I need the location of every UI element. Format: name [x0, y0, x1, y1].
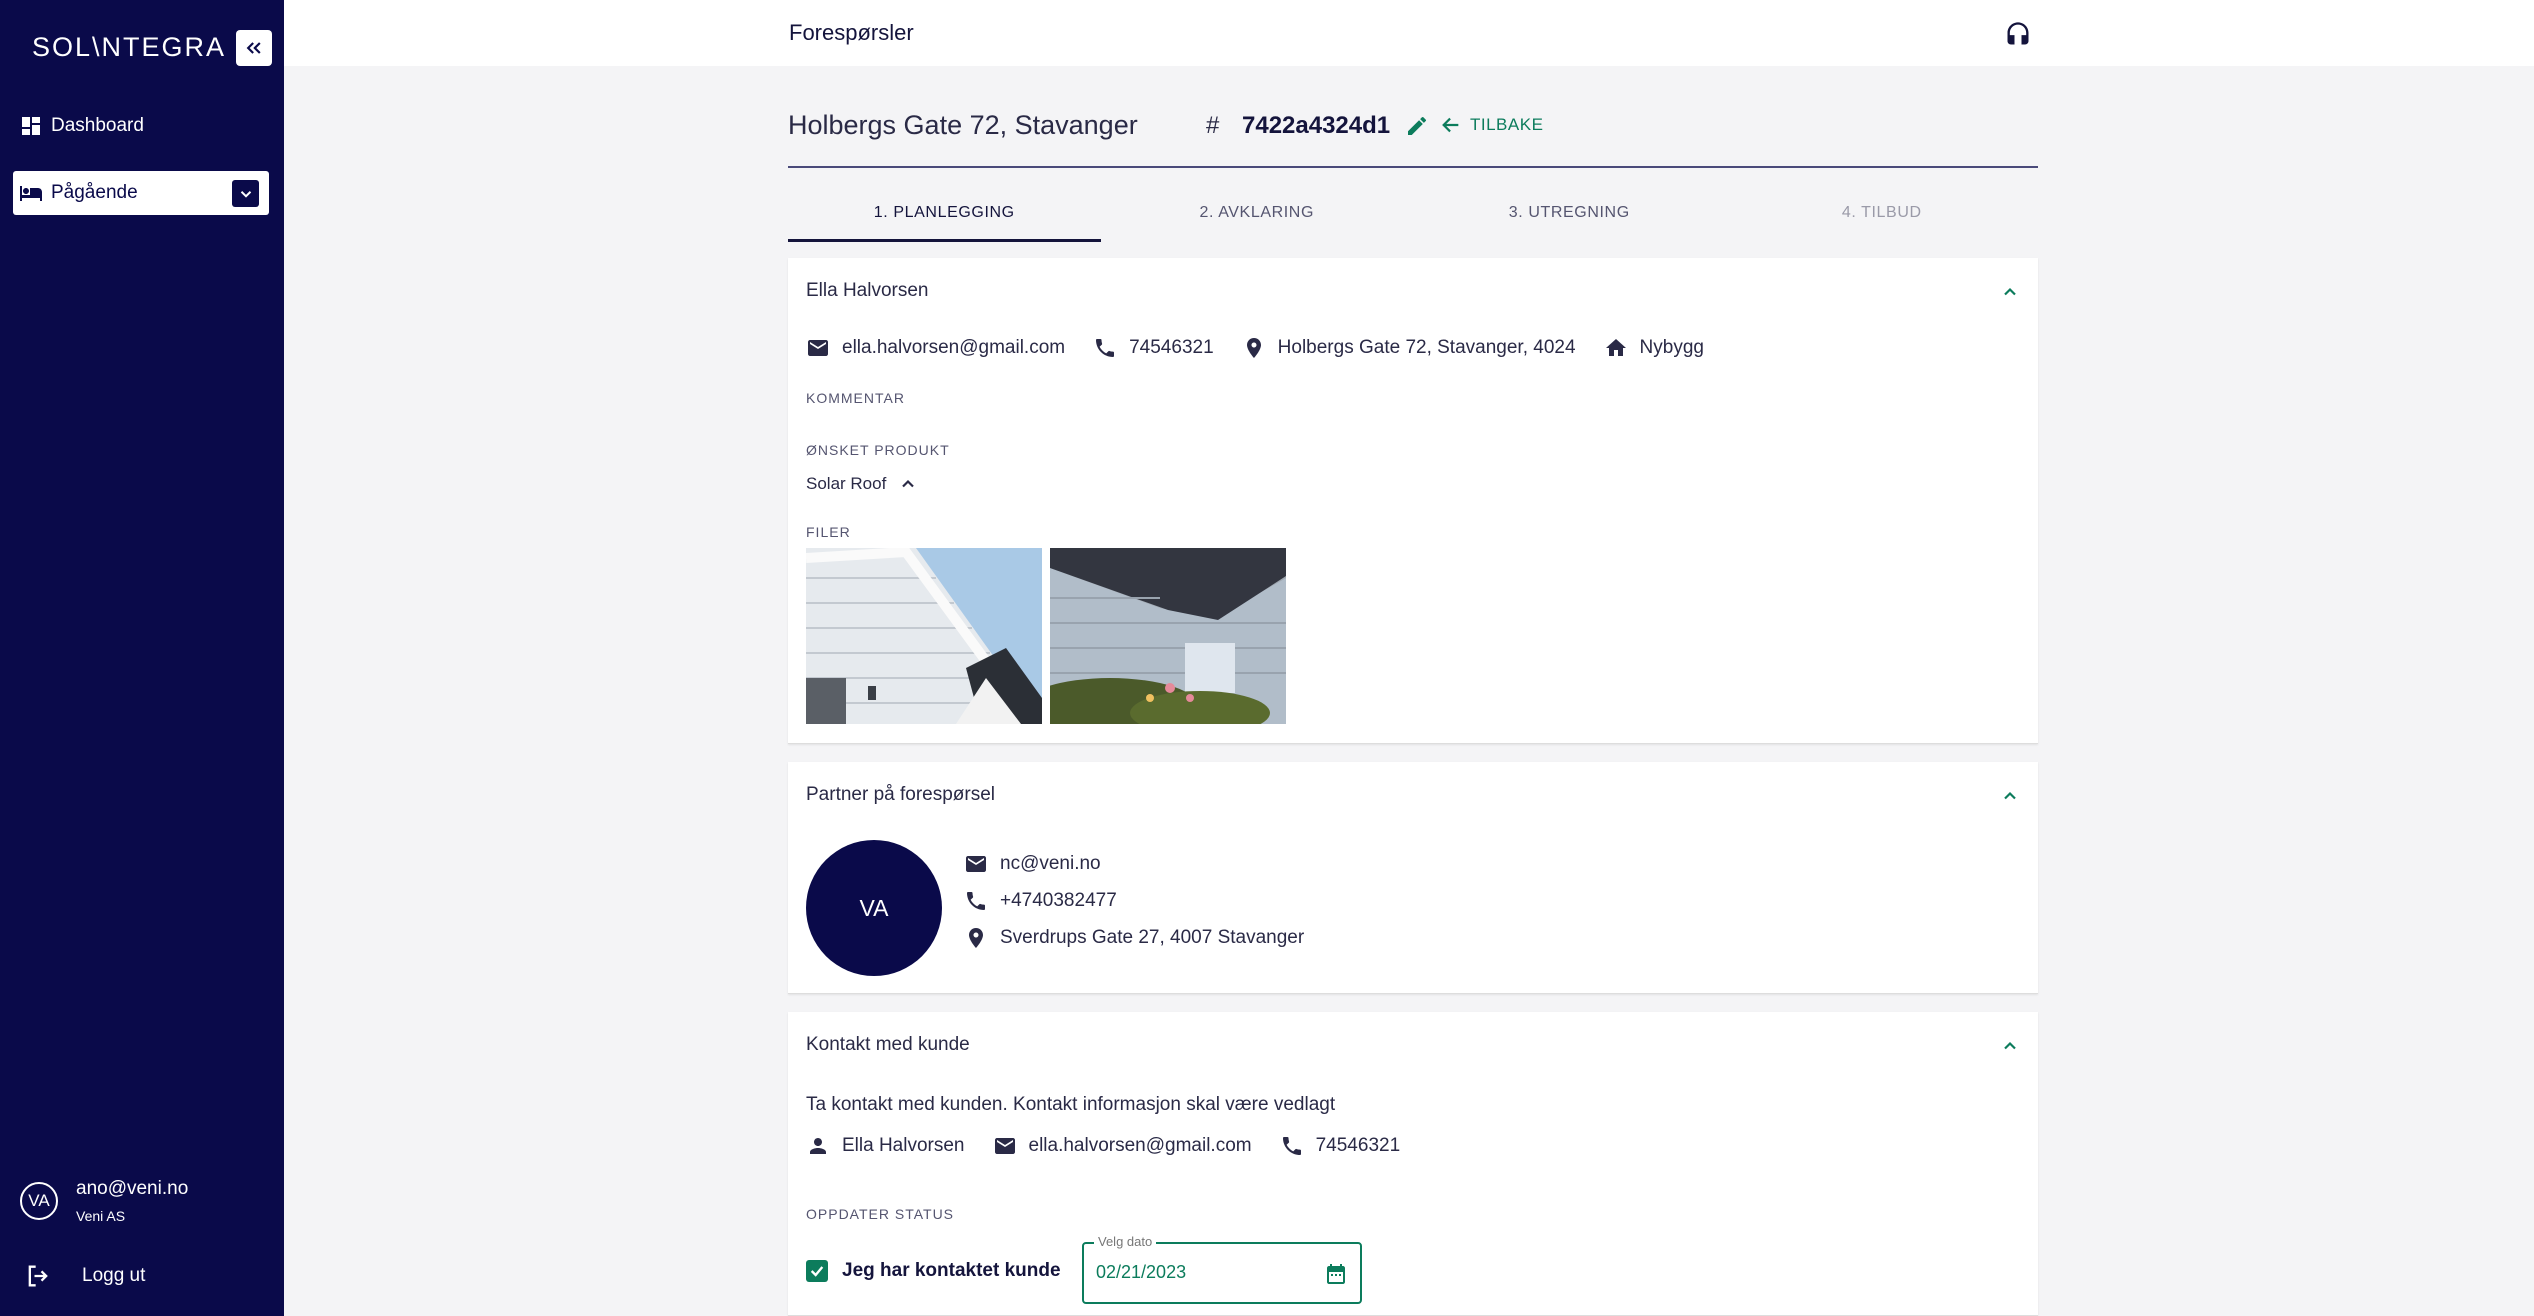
pencil-icon[interactable]	[1405, 114, 1429, 138]
chevron-up-icon[interactable]	[2000, 786, 2020, 806]
user-email: ano@veni.no	[76, 1178, 189, 1199]
step-offer: 4. TILBUD	[1841, 204, 1922, 221]
case-header: Holbergs Gate 72, Stavanger # 7422a4324d…	[788, 110, 2038, 168]
files-label: FILER	[806, 524, 851, 540]
product-label: ØNSKET PRODUKT	[806, 442, 950, 458]
calendar-icon[interactable]	[1324, 1262, 1348, 1286]
file-thumbnail[interactable]	[1050, 548, 1286, 724]
location-pin-icon	[969, 928, 983, 948]
sidebar: SOL\NTEGRA Dashboard Pågående VA ano@ven…	[0, 0, 284, 1316]
contact-email: ella.halvorsen@gmail.com	[1028, 1135, 1252, 1156]
nav-expand-button[interactable]	[232, 180, 259, 207]
partner-card-title: Partner på forespørsel	[806, 784, 996, 805]
partner-email: nc@veni.no	[1000, 853, 1101, 874]
building-type: Nybygg	[1639, 337, 1704, 358]
chevron-down-icon	[240, 190, 251, 198]
phone-icon	[1282, 1137, 1301, 1155]
customer-email-item: ella.halvorsen@gmail.com	[806, 336, 1065, 360]
partner-phone: +4740382477	[1000, 890, 1117, 911]
step-clarification[interactable]: 2. AVKLARING	[1101, 194, 1414, 242]
comment-label: KOMMENTAR	[806, 390, 905, 406]
location-pin-icon	[1246, 338, 1261, 358]
logout-icon	[28, 1265, 48, 1287]
customer-phone: 74546321	[1129, 337, 1214, 358]
contact-email-item: ella.halvorsen@gmail.com	[993, 1134, 1252, 1158]
user-org: Veni AS	[76, 1208, 126, 1224]
mail-icon	[966, 856, 986, 872]
avatar: VA	[20, 1182, 58, 1220]
chevron-up-icon[interactable]	[2000, 282, 2020, 302]
phone-icon	[967, 892, 985, 910]
collapse-sidebar-button[interactable]	[236, 30, 272, 66]
status-label: OPPDATER STATUS	[806, 1206, 955, 1222]
customer-name: Ella Halvorsen	[806, 280, 929, 301]
person-icon	[810, 1138, 826, 1154]
contact-info-row: Ella Halvorsen ella.halvorsen@gmail.com …	[806, 1134, 1428, 1158]
customer-card: Ella Halvorsen ella.halvorsen@gmail.com …	[788, 258, 2038, 744]
user-profile[interactable]: VA ano@veni.no Veni AS	[20, 1178, 188, 1224]
partner-address: Sverdrups Gate 27, 4007 Stavanger	[1000, 927, 1305, 948]
back-label: TILBAKE	[1470, 115, 1544, 134]
topbar: Forespørsler	[284, 0, 2534, 66]
contact-description: Ta kontakt med kunden. Kontakt informasj…	[806, 1094, 1336, 1115]
file-thumbnail[interactable]	[806, 548, 1042, 724]
chevron-up-icon[interactable]	[2000, 1036, 2020, 1056]
house-photo-1	[806, 548, 1042, 724]
product-toggle[interactable]: Solar Roof	[806, 474, 918, 494]
contacted-checkbox[interactable]	[806, 1260, 828, 1282]
contact-name-item: Ella Halvorsen	[806, 1134, 965, 1158]
contacted-checkbox-row[interactable]: Jeg har kontaktet kunde	[806, 1260, 1061, 1282]
arrow-left-icon	[1442, 117, 1459, 133]
house-photo-2	[1050, 548, 1286, 724]
back-button[interactable]: TILBAKE	[1440, 114, 1543, 136]
date-field-label: Velg dato	[1094, 1234, 1157, 1249]
partner-email-item: nc@veni.no	[964, 852, 1101, 876]
product-value: Solar Roof	[806, 474, 887, 493]
contacted-checkbox-label: Jeg har kontaktet kunde	[842, 1260, 1061, 1281]
building-type-item: Nybygg	[1604, 336, 1704, 360]
stepper: 1. PLANLEGGING 2. AVKLARING 3. UTREGNING…	[788, 194, 2038, 242]
date-picker-field[interactable]: Velg dato	[1082, 1234, 1362, 1304]
home-icon	[1605, 339, 1626, 356]
case-address: Holbergs Gate 72, Stavanger	[788, 110, 1138, 140]
customer-email: ella.halvorsen@gmail.com	[842, 337, 1066, 358]
contact-phone-item: 74546321	[1280, 1134, 1401, 1158]
double-chevron-left-icon	[246, 42, 261, 54]
partner-address-item: Sverdrups Gate 27, 4007 Stavanger	[964, 926, 1304, 950]
phone-icon	[1096, 339, 1115, 357]
mail-icon	[994, 1138, 1015, 1154]
partner-avatar: VA	[806, 840, 942, 976]
logout-button[interactable]: Logg ut	[24, 1262, 145, 1290]
partner-phone-item: +4740382477	[964, 889, 1117, 913]
customer-info-row: ella.halvorsen@gmail.com 74546321 Holber…	[806, 336, 1732, 360]
page-title: Forespørsler	[789, 20, 914, 45]
nav-label-ongoing: Pågående	[51, 182, 138, 203]
logo-row: SOL\NTEGRA	[32, 30, 272, 66]
nav-label-dashboard: Dashboard	[51, 115, 144, 136]
logo: SOL\NTEGRA	[32, 31, 227, 62]
headset-icon[interactable]	[2004, 20, 2032, 48]
case-hash-symbol: #	[1206, 112, 1220, 139]
checkmark-icon	[810, 1266, 824, 1277]
contact-name: Ella Halvorsen	[842, 1135, 965, 1156]
contact-card-title: Kontakt med kunde	[806, 1034, 970, 1055]
bed-icon	[20, 186, 42, 201]
mail-icon	[808, 340, 828, 356]
step-planning[interactable]: 1. PLANLEGGING	[788, 194, 1101, 242]
customer-address: Holbergs Gate 72, Stavanger, 4024	[1277, 337, 1576, 358]
nav-item-ongoing[interactable]: Pågående	[13, 171, 269, 215]
nav-item-dashboard[interactable]: Dashboard	[13, 104, 269, 148]
date-input[interactable]	[1096, 1262, 1296, 1283]
contact-card: Kontakt med kunde Ta kontakt med kunden.…	[788, 1012, 2038, 1316]
customer-phone-item: 74546321	[1093, 336, 1214, 360]
customer-address-item: Holbergs Gate 72, Stavanger, 4024	[1242, 336, 1576, 360]
contact-phone: 74546321	[1315, 1135, 1401, 1156]
logout-label: Logg ut	[82, 1265, 146, 1286]
step-calculation[interactable]: 3. UTREGNING	[1413, 194, 1726, 242]
partner-card: Partner på forespørsel VA nc@veni.no +47…	[788, 762, 2038, 994]
dashboard-icon	[22, 117, 40, 135]
case-id: 7422a4324d1	[1242, 112, 1391, 139]
chevron-up-icon	[902, 479, 915, 488]
